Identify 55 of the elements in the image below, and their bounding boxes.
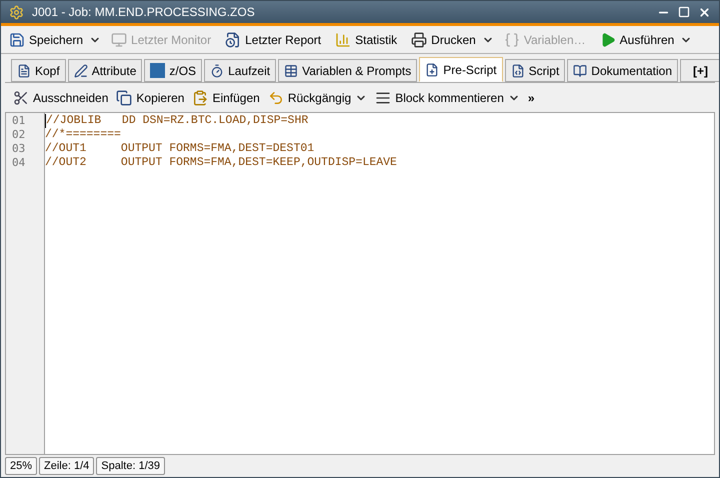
lines-icon <box>375 90 392 106</box>
book-icon <box>573 64 588 78</box>
toolbar-button[interactable]: Speichern <box>5 28 88 50</box>
tab[interactable]: Dokumentation <box>567 59 678 82</box>
edit-toolbar-button[interactable]: Block kommentieren <box>375 86 504 108</box>
line-number: 04 <box>11 156 26 170</box>
edit-toolbar-button[interactable]: Ausschneiden <box>13 86 108 108</box>
timer-icon <box>210 64 224 78</box>
status-field: Zeile: 1/4 <box>39 457 94 475</box>
close-icon[interactable] <box>698 6 711 18</box>
tab[interactable]: Pre-Script <box>419 57 503 82</box>
undo-icon <box>268 90 284 106</box>
gear-icon <box>9 4 24 20</box>
line-number: 03 <box>11 142 26 156</box>
script-icon <box>510 64 525 78</box>
status-field: 25% <box>5 457 38 475</box>
tab[interactable]: Laufzeit <box>204 59 276 82</box>
code-line: //OUT1 OUTPUT FORMS=FMA,DEST=DEST01 <box>45 142 314 156</box>
chart-icon <box>335 32 352 48</box>
toolbar-button[interactable]: Statistik <box>331 28 402 50</box>
clipboard-icon <box>192 90 208 106</box>
scissors-icon <box>13 90 29 106</box>
braces-icon <box>504 32 520 48</box>
toolbar-button[interactable]: Ausführen <box>596 28 678 50</box>
play-icon <box>600 32 616 48</box>
table-icon <box>284 64 298 78</box>
window-title: J001 - Job: MM.END.PROCESSING.ZOS <box>32 4 255 21</box>
toolbar-button[interactable]: Letzter Report <box>221 28 326 50</box>
code-editor[interactable]: 01 02 03 04 //JOBLIB DD DSN=RZ.BTC.LOAD,DISP=SHR //*======== //OUT1 OUTPUT FORMS=FMA,DEST=DEST01 //OUT2 OUTPUT FORMS=FMA,DEST=KEEP,OUTDISP=LEAVE <box>5 112 715 455</box>
code-line: //JOBLIB DD DSN=RZ.BTC.LOAD,DISP=SHR <box>45 114 308 128</box>
line-number: 02 <box>11 128 26 142</box>
report-icon <box>225 32 242 48</box>
tab[interactable]: Kopf <box>11 59 66 82</box>
tab[interactable]: z/OS <box>144 59 202 82</box>
toolbar-button[interactable]: Drucken <box>407 28 480 50</box>
edit-toolbar-button[interactable]: Rückgängig <box>268 86 352 108</box>
monitor-icon <box>111 32 128 48</box>
line-number: 01 <box>11 114 26 128</box>
document-plus-icon <box>425 62 440 76</box>
tab[interactable]: Attribute <box>68 59 142 82</box>
code-line: //*======== <box>45 128 121 142</box>
save-icon <box>9 32 25 48</box>
code-line: //OUT2 OUTPUT FORMS=FMA,DEST=KEEP,OUTDISP=LEAVE <box>45 156 397 170</box>
status-field: Spalte: 1/39 <box>96 457 165 475</box>
printer-icon <box>411 32 428 48</box>
edit-toolbar-button[interactable]: Kopieren <box>116 86 184 108</box>
copy-icon <box>116 90 132 106</box>
tab[interactable]: Script <box>504 59 566 82</box>
edit-toolbar-button[interactable]: » <box>528 86 535 108</box>
maximize-icon[interactable] <box>678 6 690 18</box>
document-icon <box>17 64 31 78</box>
pen-icon <box>74 64 88 78</box>
tab[interactable]: Variablen & Prompts <box>278 59 418 82</box>
tab[interactable]: [+] <box>680 59 719 82</box>
edit-toolbar-button[interactable]: Einfügen <box>192 86 260 108</box>
